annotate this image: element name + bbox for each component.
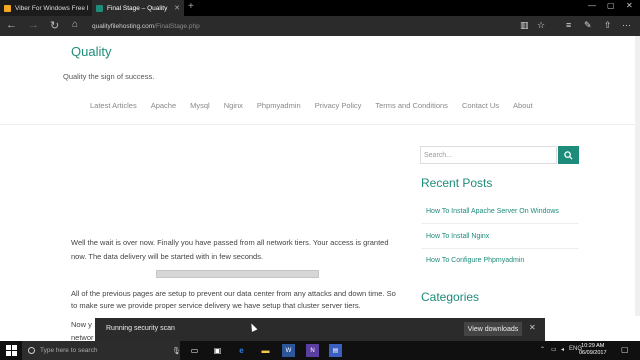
refresh-icon[interactable]: ↻ (50, 19, 59, 32)
taskbar-search-placeholder: Type here to search (40, 347, 98, 354)
content-paragraph: All of the previous pages are setup to p… (71, 289, 396, 310)
clock-date: 06/09/2017 (579, 350, 607, 356)
tray-chevron-icon[interactable]: ⌃ (540, 346, 545, 353)
close-icon[interactable]: ✕ (529, 323, 536, 332)
menu-item-terms[interactable]: Terms and Conditions (375, 101, 448, 110)
reading-view-icon[interactable]: ▥ (520, 20, 529, 31)
search-button[interactable] (558, 146, 579, 164)
notifications-icon[interactable]: ▢ (621, 345, 629, 354)
file-explorer-icon[interactable]: ▬ (259, 344, 272, 357)
browser-tab-bar: Viber For Windows Free Do Final Stage – … (0, 0, 640, 16)
web-page: Quality Quality the sign of success. Lat… (0, 36, 640, 316)
url-domain: qualityfilehosting.com (92, 22, 155, 30)
divider (421, 223, 579, 224)
menu-item-nginx[interactable]: Nginx (224, 101, 243, 110)
recent-post-link[interactable]: How To Install Nginx (426, 233, 489, 240)
store-icon[interactable]: ▣ (211, 344, 224, 357)
favorite-star-icon[interactable]: ☆ (537, 20, 545, 31)
minimize-icon[interactable]: — (588, 1, 596, 10)
browser-toolbar: ← → ↻ ⌂ qualityfilehosting.com/FinalStag… (0, 16, 640, 36)
windows-taskbar: Type here to search 🎙 ▭ ▣ e ▬ W N ▤ ⌃ ▭ … (0, 341, 640, 360)
url-path: /FinalStage.php (154, 22, 200, 30)
windows-start-icon[interactable] (6, 345, 17, 356)
recent-post-link[interactable]: How To Install Apache Server On Windows (426, 208, 559, 215)
content-paragraph: Well the wait is over now. Finally you h… (71, 238, 389, 261)
menu-item-mysql[interactable]: Mysql (190, 101, 210, 110)
taskbar-clock[interactable]: 10:29 AM 06/09/2017 (579, 343, 607, 357)
volume-icon[interactable]: ◂ (561, 346, 564, 353)
hub-icon[interactable]: ≡ (566, 20, 571, 30)
tab-viber[interactable]: Viber For Windows Free Do (0, 0, 92, 16)
recent-posts-heading: Recent Posts (421, 176, 493, 190)
header-divider (0, 124, 635, 125)
recent-post-link[interactable]: How To Configure Phpmyadmin (426, 257, 524, 264)
maximize-icon[interactable]: ▢ (607, 1, 615, 10)
microphone-icon[interactable]: 🎙 (172, 347, 181, 355)
divider (421, 248, 579, 249)
new-tab-icon[interactable]: + (188, 1, 194, 12)
data-delivery-progress-bar (156, 270, 319, 278)
download-notification-bar: Running security scan View downloads ✕ (95, 318, 545, 341)
search-icon (564, 150, 573, 160)
tab-title: Final Stage – Quality (107, 4, 168, 12)
edge-icon[interactable]: e (235, 344, 248, 357)
menu-item-apache[interactable]: Apache (151, 101, 176, 110)
menu-item-phpmyadmin[interactable]: Phpmyadmin (257, 101, 301, 110)
menu-item-privacy-policy[interactable]: Privacy Policy (315, 101, 362, 110)
cortana-circle-icon (28, 347, 35, 354)
home-icon[interactable]: ⌂ (72, 19, 78, 30)
page-scrollbar[interactable] (635, 36, 640, 316)
close-tab-icon[interactable]: ✕ (174, 4, 180, 12)
viber-favicon-icon (4, 4, 11, 12)
menu-item-contact-us[interactable]: Contact Us (462, 101, 499, 110)
site-title[interactable]: Quality (71, 44, 111, 59)
download-status-text: Running security scan (106, 325, 175, 332)
back-icon[interactable]: ← (6, 19, 17, 31)
forward-icon[interactable]: → (28, 19, 39, 31)
task-view-icon[interactable]: ▭ (188, 344, 201, 357)
search-placeholder: Search... (424, 151, 453, 159)
tab-final-stage[interactable]: Final Stage – Quality ✕ (92, 0, 184, 16)
close-window-icon[interactable]: ✕ (626, 1, 633, 10)
network-icon[interactable]: ▭ (551, 346, 557, 353)
search-input[interactable]: Search... (420, 146, 557, 164)
view-downloads-button[interactable]: View downloads (464, 322, 522, 336)
site-favicon-icon (96, 4, 103, 12)
onenote-icon[interactable]: N (306, 344, 319, 357)
share-icon[interactable]: ⇧ (604, 20, 612, 31)
taskbar-search-box[interactable]: Type here to search 🎙 (22, 341, 181, 360)
site-tagline: Quality the sign of success. (63, 72, 155, 81)
word-icon[interactable]: W (282, 344, 295, 357)
menu-item-latest-articles[interactable]: Latest Articles (90, 101, 137, 110)
more-icon[interactable]: ··· (622, 20, 631, 30)
menu-item-about[interactable]: About (513, 101, 533, 110)
tab-title: Viber For Windows Free Do (15, 4, 88, 12)
clock-time: 10:29 AM (581, 343, 605, 349)
main-menu: Latest Articles Apache Mysql Nginx Phpmy… (90, 101, 533, 110)
notes-icon[interactable]: ✎ (584, 20, 592, 31)
categories-heading: Categories (421, 290, 480, 304)
browser-app-icon[interactable]: ▤ (329, 344, 342, 357)
address-bar[interactable]: qualityfilehosting.com/FinalStage.php (92, 19, 512, 33)
